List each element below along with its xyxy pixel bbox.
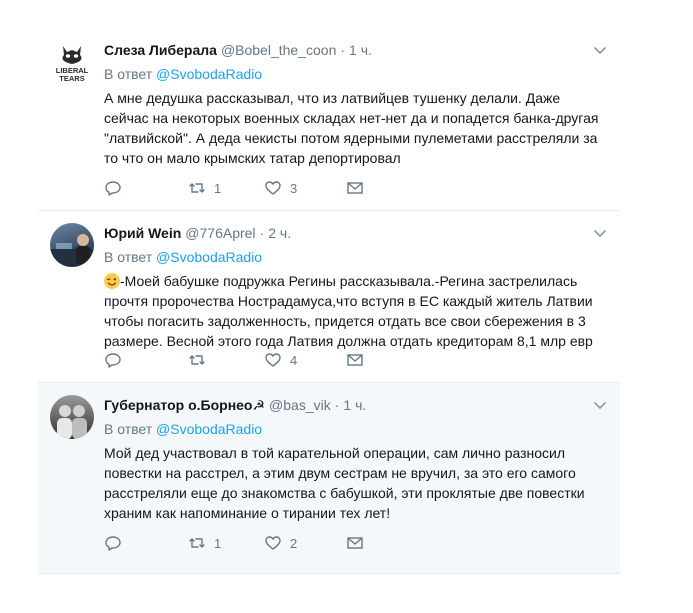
tweet-feed: LIBERAL TEARS Слеза Либерала @Bobel_the_c… [38, 28, 620, 574]
avatar[interactable]: LIBERAL TEARS [50, 40, 94, 84]
reply-icon [105, 353, 121, 368]
reply-to-link[interactable]: @SvobodaRadio [156, 421, 262, 437]
like-count: 3 [290, 180, 298, 196]
user-handle[interactable]: @776Aprel [185, 225, 255, 241]
raccoon-logo-icon: LIBERAL TEARS [56, 46, 89, 83]
reply-button[interactable] [104, 533, 130, 553]
retweet-button[interactable]: 1 [188, 533, 221, 553]
user-handle[interactable]: @bas_vik [269, 397, 331, 413]
like-count: 2 [290, 535, 298, 551]
envelope-icon [347, 182, 363, 194]
reply-button[interactable] [104, 350, 130, 370]
direct-message-button[interactable] [346, 178, 364, 198]
reply-button[interactable] [104, 178, 130, 198]
like-button[interactable]: 4 [264, 350, 297, 370]
retweet-icon [189, 183, 205, 193]
tweet-actions: 4 [104, 350, 404, 370]
timestamp[interactable]: 2 ч. [268, 225, 291, 241]
tweet-header: Слеза Либерала @Bobel_the_coon · 1 ч. [104, 40, 608, 60]
retweet-button[interactable]: 1 [188, 178, 221, 198]
avatar[interactable] [50, 395, 94, 439]
retweet-count: 1 [214, 180, 222, 196]
tweet-text: Мой дед участвовал в той карательной опе… [104, 445, 585, 521]
like-button[interactable]: 2 [264, 533, 297, 553]
svg-text:TEARS: TEARS [59, 74, 84, 83]
retweet-icon [189, 538, 205, 548]
reply-context: В ответ @SvobodaRadio [104, 64, 262, 84]
retweet-button[interactable] [188, 350, 214, 370]
reply-prefix: В ответ [104, 249, 153, 265]
user-handle[interactable]: @Bobel_the_coon [221, 42, 336, 58]
reply-prefix: В ответ [104, 421, 153, 437]
timestamp[interactable]: 1 ч. [349, 42, 372, 58]
tweet[interactable]: Губернатор о.Борнео☭ @bas_vik · 1 ч. В отве… [38, 383, 620, 574]
tweet-actions: 1 3 [104, 178, 404, 198]
retweet-count: 1 [214, 535, 222, 551]
envelope-icon [347, 354, 363, 366]
profile-photo-icon [57, 405, 87, 439]
reply-context: В ответ @SvobodaRadio [104, 247, 262, 267]
chevron-down-icon[interactable] [592, 397, 608, 413]
reply-to-link[interactable]: @SvobodaRadio [156, 249, 262, 265]
like-button[interactable]: 3 [264, 178, 297, 198]
separator-dot: · [334, 397, 340, 413]
reply-to-link[interactable]: @SvobodaRadio [156, 66, 262, 82]
avatar[interactable] [50, 223, 94, 267]
profile-photo-icon [50, 234, 94, 267]
heart-icon [265, 181, 281, 195]
tweet-text: -Моей бабушке подружка Регины рассказыва… [104, 271, 602, 351]
display-name[interactable]: Слеза Либерала [104, 42, 217, 58]
tweet-text-body: -Моей бабушке подружка Регины рассказыва… [104, 273, 593, 349]
tweet-header: Губернатор о.Борнео☭ @bas_vik · 1 ч. [104, 395, 608, 415]
retweet-icon [189, 355, 205, 365]
tweet-header: Юрий Wein @776Aprel · 2 ч. [104, 223, 608, 243]
chevron-down-icon[interactable] [592, 225, 608, 241]
tweet[interactable]: LIBERAL TEARS Слеза Либерала @Bobel_the_c… [38, 28, 620, 211]
direct-message-button[interactable] [346, 350, 364, 370]
display-name[interactable]: Юрий Wein [104, 225, 181, 241]
heart-icon [265, 536, 281, 550]
direct-message-button[interactable] [346, 533, 364, 553]
envelope-icon [347, 537, 363, 549]
reply-icon [105, 181, 121, 196]
separator-dot: · [340, 42, 346, 58]
tweet-actions: 1 2 [104, 533, 404, 553]
timestamp[interactable]: 1 ч. [343, 397, 366, 413]
tweet-text: А мне дедушка рассказывал, что из латвий… [104, 90, 599, 166]
separator-dot: · [259, 225, 265, 241]
display-name[interactable]: Губернатор о.Борнео☭ [104, 397, 265, 413]
heart-icon [265, 353, 281, 367]
tweet[interactable]: Юрий Wein @776Aprel · 2 ч. В ответ @Svoboda… [38, 211, 620, 383]
reply-icon [105, 536, 121, 551]
winking-face-icon [104, 273, 120, 289]
chevron-down-icon[interactable] [592, 42, 608, 58]
like-count: 4 [290, 352, 298, 368]
reply-prefix: В ответ [104, 66, 153, 82]
reply-context: В ответ @SvobodaRadio [104, 419, 262, 439]
